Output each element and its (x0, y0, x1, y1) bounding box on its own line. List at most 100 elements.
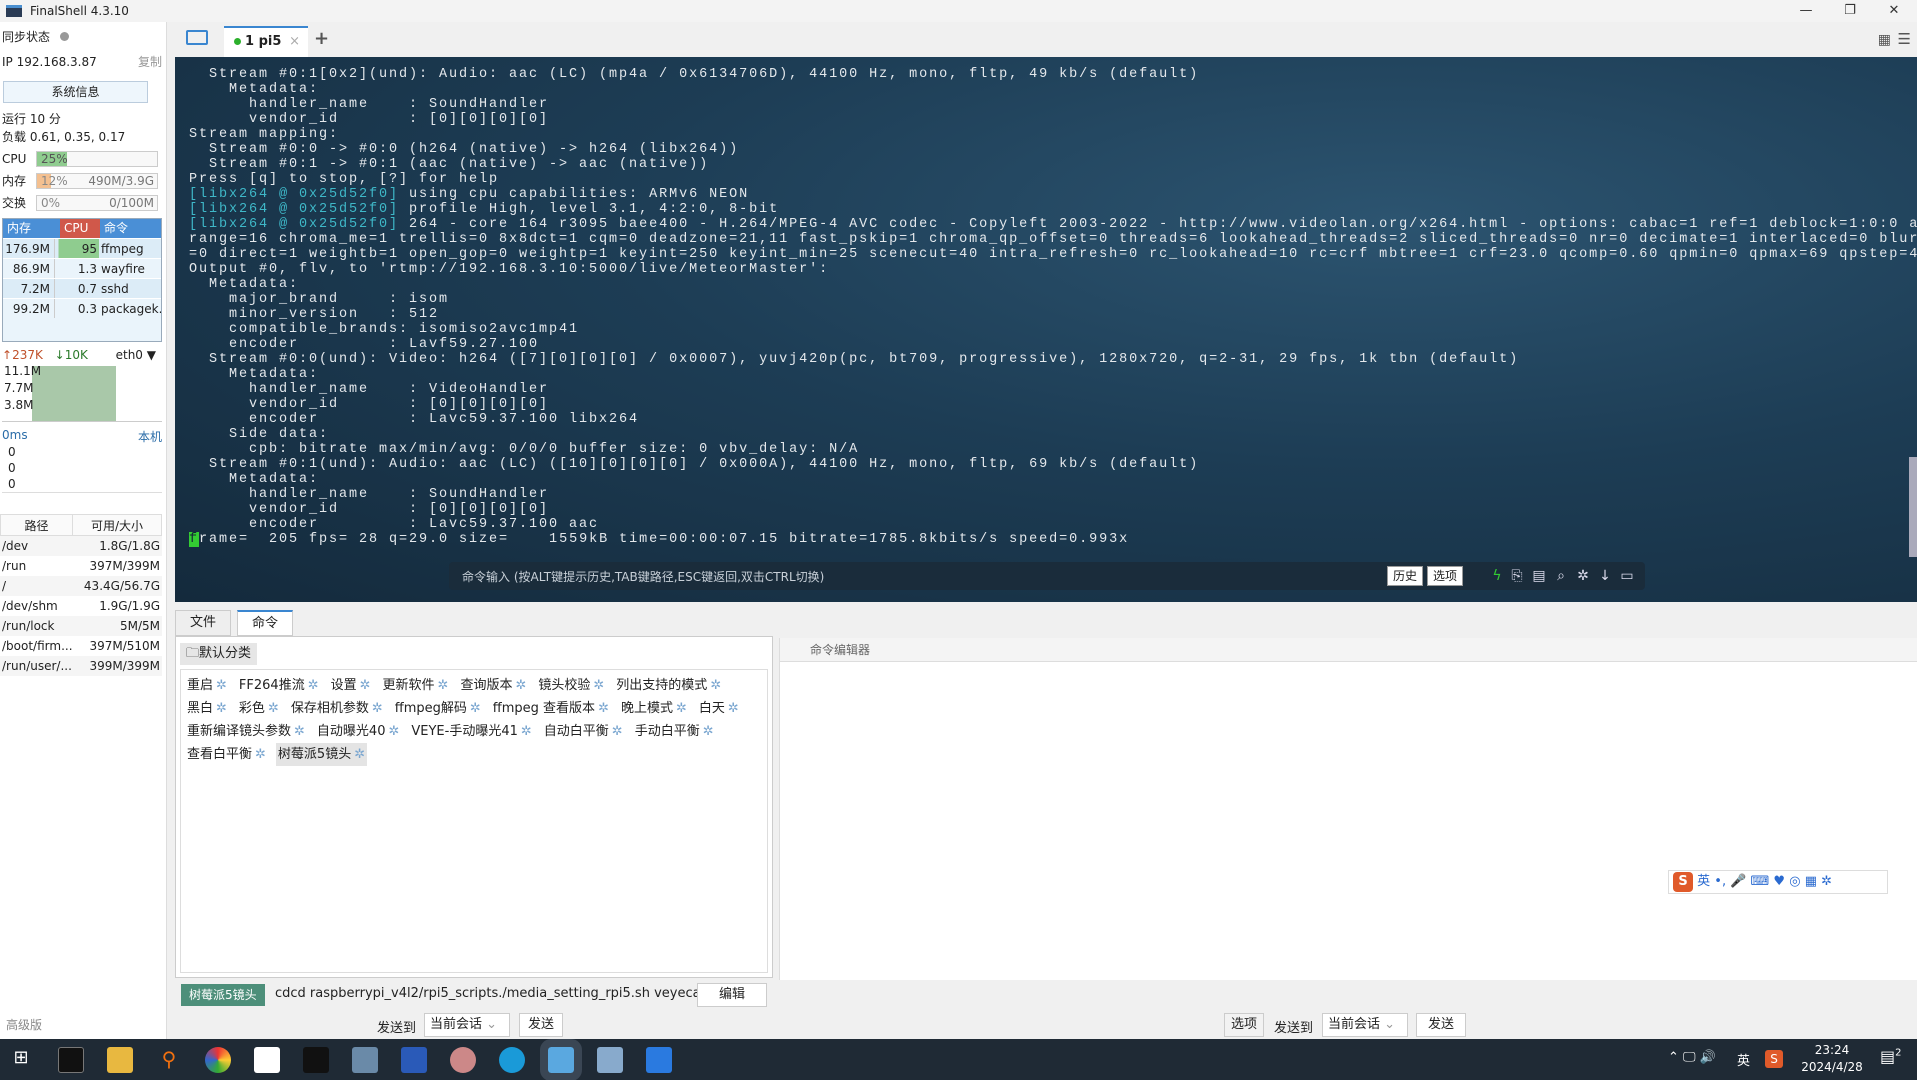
command-input[interactable]: 命令输入 (按ALT键提示历史,TAB键路径,ESC键返回,双击CTRL切换) … (449, 562, 1645, 590)
options-button[interactable]: 选项 (1427, 566, 1464, 586)
maximize-icon[interactable]: ▭ (1619, 567, 1635, 585)
col-cmd[interactable]: 命令 (100, 219, 161, 238)
filesystem-row[interactable]: /dev 1.8G/1.8G (0, 536, 162, 556)
col-size[interactable]: 可用/大小 (73, 515, 161, 535)
filesystem-row[interactable]: / 43.4G/56.7G (0, 576, 162, 596)
gear-icon[interactable]: ✲ (703, 724, 714, 739)
filesystem-row[interactable]: /run/user/... 399M/399M (0, 656, 162, 676)
command-editor[interactable]: 命令编辑器 S 英 •, 🎤 ⌨ ♥ ◎ ▦ ✲ (779, 638, 1917, 980)
send-button[interactable]: 发送 (1416, 1013, 1466, 1037)
sogou-tray-icon[interactable]: S (1765, 1050, 1783, 1068)
command-item[interactable]: 彩色 ✲ (237, 697, 281, 720)
col-path[interactable]: 路径 (1, 515, 73, 535)
send-target-select[interactable]: 当前会话 ⌄ (424, 1013, 510, 1037)
filesystem-row[interactable]: /run/lock 5M/5M (0, 616, 162, 636)
gear-icon[interactable]: ✲ (598, 701, 609, 716)
close-tab-icon[interactable]: × (289, 28, 300, 56)
col-mem[interactable]: 内存 (3, 219, 60, 238)
notepad-icon[interactable] (597, 1047, 623, 1073)
maximize-button[interactable]: ❐ (1828, 0, 1872, 22)
ime-indicator[interactable]: 英 (1737, 1050, 1750, 1069)
ime-mode[interactable]: 英 (1697, 874, 1710, 889)
gear-icon[interactable]: ✲ (255, 747, 266, 762)
chrome-icon[interactable] (205, 1047, 231, 1073)
gear-icon[interactable]: ✲ (521, 724, 532, 739)
command-item[interactable]: 树莓派5镜头 ✲ (275, 743, 368, 766)
minimize-button[interactable]: — (1784, 0, 1828, 22)
gear-icon[interactable]: ✲ (294, 724, 305, 739)
copy-icon[interactable]: ⎘ (1509, 567, 1525, 585)
process-row[interactable]: 176.9M 95 ffmpeg (3, 238, 161, 258)
tray-icons[interactable]: ⌃ 🖵 🔊 (1668, 1050, 1716, 1065)
finalshell-taskbar-icon[interactable] (540, 1039, 582, 1080)
close-button[interactable]: ✕ (1872, 0, 1916, 22)
gear-icon[interactable]: ✲ (470, 701, 481, 716)
tab-files[interactable]: 文件 (175, 610, 232, 636)
gear-icon[interactable]: ✲ (372, 701, 383, 716)
tab-session-pi5[interactable]: 1 pi5 × (224, 26, 308, 57)
system-info-button[interactable]: 系统信息 (3, 81, 148, 103)
command-item[interactable]: ffmpeg 查看版本 ✲ (491, 697, 611, 720)
command-item[interactable]: FF264推流 ✲ (237, 674, 321, 697)
command-item[interactable]: 查看白平衡 ✲ (185, 743, 268, 766)
gear-icon[interactable]: ✲ (354, 747, 365, 762)
file-explorer-icon[interactable] (107, 1047, 133, 1073)
gear-icon[interactable]: ✲ (728, 701, 739, 716)
process-row[interactable]: 99.2M 0.3 packagek.. (3, 298, 161, 318)
gear-icon[interactable]: ✲ (360, 678, 371, 693)
snipping-tool-icon[interactable] (450, 1047, 476, 1073)
notification-icon[interactable]: ▤2 (1880, 1047, 1902, 1066)
send-button[interactable]: 发送 (519, 1013, 563, 1037)
terminal-scrollbar[interactable] (1909, 457, 1917, 557)
process-row[interactable]: 7.2M 0.7 sshd (3, 278, 161, 298)
gear-icon[interactable]: ✲ (216, 701, 227, 716)
gear-icon[interactable]: ✲ (676, 701, 687, 716)
command-item[interactable]: 查询版本 ✲ (458, 674, 528, 697)
terminal-app-icon[interactable] (58, 1047, 84, 1073)
paste-icon[interactable]: ▤ (1531, 567, 1547, 585)
history-button[interactable]: 历史 (1387, 566, 1424, 586)
gear-icon[interactable]: ✲ (612, 724, 623, 739)
command-item[interactable]: 设置 ✲ (329, 674, 373, 697)
command-item[interactable]: 手动白平衡 ✲ (633, 720, 716, 743)
terminal[interactable]: Stream #0:1[0x2](und): Audio: aac (LC) (… (175, 57, 1917, 602)
gear-icon[interactable]: ✲ (216, 678, 227, 693)
interface-select[interactable]: eth0 ▼ (116, 346, 156, 364)
github-icon[interactable] (303, 1047, 329, 1073)
arrow-down-icon[interactable]: ↓ (1597, 567, 1613, 585)
filesystem-row[interactable]: /dev/shm 1.9G/1.9G (0, 596, 162, 616)
col-cpu[interactable]: CPU (60, 219, 100, 238)
app-icon[interactable] (254, 1047, 280, 1073)
gear-icon[interactable]: ✲ (1575, 567, 1591, 585)
new-tab-button[interactable]: + (314, 28, 329, 49)
gear-icon[interactable]: ✲ (710, 678, 721, 693)
clock[interactable]: 23:24 2024/4/28 (1797, 1042, 1867, 1076)
send-target-select[interactable]: 当前会话 ⌄ (1322, 1013, 1408, 1037)
command-item[interactable]: 重启 ✲ (185, 674, 229, 697)
command-item[interactable]: 黑白 ✲ (185, 697, 229, 720)
powershell-icon[interactable] (401, 1047, 427, 1073)
search-icon[interactable]: ⌕ (1553, 567, 1569, 585)
command-item[interactable]: 自动曝光40 ✲ (315, 720, 401, 743)
gear-icon[interactable]: ✲ (438, 678, 449, 693)
ping-target[interactable]: 本机 (138, 428, 162, 445)
command-item[interactable]: 列出支持的模式 ✲ (614, 674, 723, 697)
command-item[interactable]: 白天 ✲ (697, 697, 741, 720)
edge-icon[interactable] (499, 1047, 525, 1073)
command-item[interactable]: 自动白平衡 ✲ (542, 720, 625, 743)
copy-ip-button[interactable]: 复制 (138, 53, 162, 71)
filesystem-row[interactable]: /run 397M/399M (0, 556, 162, 576)
command-item[interactable]: 重新编译镜头参数 ✲ (185, 720, 307, 743)
tab-commands[interactable]: 命令 (237, 610, 294, 636)
command-item[interactable]: VEYE-手动曝光41 ✲ (409, 720, 533, 743)
search-app-icon[interactable]: ⚲ (156, 1047, 182, 1073)
gear-icon[interactable]: ✲ (268, 701, 279, 716)
gear-icon[interactable]: ✲ (388, 724, 399, 739)
category-default[interactable]: 🗀默认分类 (180, 643, 258, 665)
lightning-icon[interactable]: ϟ (1489, 567, 1505, 585)
gear-icon[interactable]: ✲ (515, 678, 526, 693)
command-item[interactable]: 镜头校验 ✲ (536, 674, 606, 697)
command-item[interactable]: ffmpeg解码 ✲ (393, 697, 483, 720)
filesystem-row[interactable]: /boot/firm... 397M/510M (0, 636, 162, 656)
folder-open-icon[interactable] (186, 30, 208, 45)
